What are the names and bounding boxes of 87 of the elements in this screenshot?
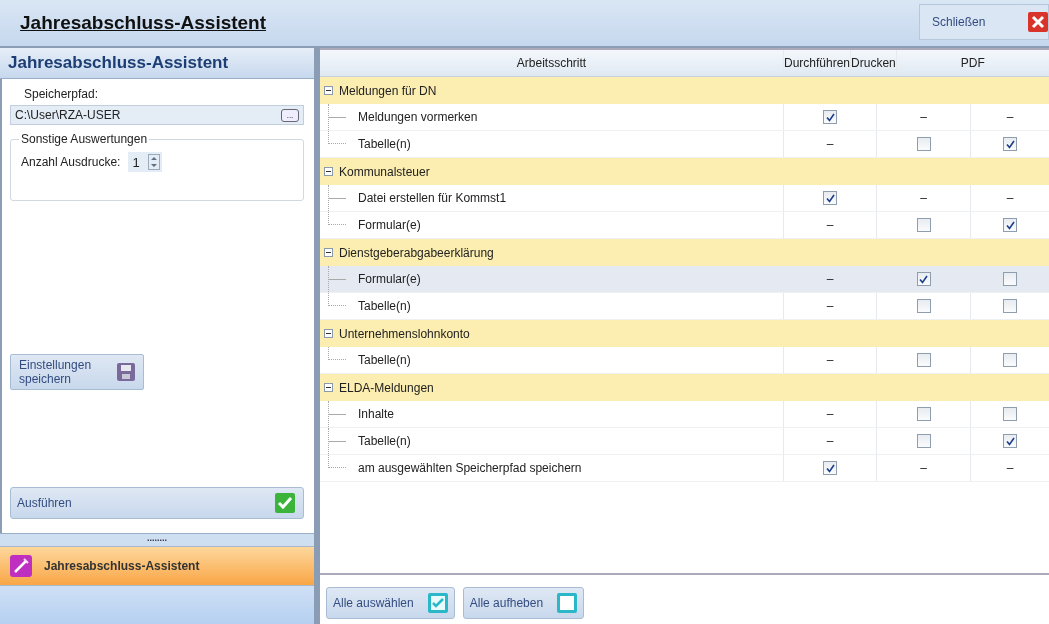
dash-mark: – <box>1006 110 1014 124</box>
check-icon <box>1005 220 1015 230</box>
check-icon <box>825 112 835 122</box>
number-spinner[interactable]: 1 <box>128 152 162 172</box>
check-icon <box>825 193 835 203</box>
dash-mark: – <box>1006 461 1014 475</box>
select-all-button[interactable]: Alle auswählen <box>326 586 455 619</box>
checkbox[interactable] <box>916 137 931 151</box>
checkbox[interactable] <box>823 191 837 205</box>
checkbox[interactable] <box>1003 434 1017 448</box>
checkbox[interactable] <box>916 407 931 421</box>
group-row[interactable]: Meldungen für DN <box>320 77 1049 104</box>
dash-mark: – <box>826 299 834 313</box>
table-cell: Meldungen vormerken <box>320 104 784 130</box>
group-row[interactable]: Unternehmenslohnkonto <box>320 320 1049 347</box>
check-icon <box>919 274 928 284</box>
close-button[interactable]: Schließen <box>919 4 1049 40</box>
dash-mark: – <box>920 110 927 124</box>
group-label: Meldungen für DN <box>339 83 437 98</box>
group-label: Dienstgeberabgabeerklärung <box>339 245 494 260</box>
checkbox[interactable] <box>1003 353 1017 367</box>
checkbox[interactable] <box>916 353 931 367</box>
table-cell: am ausgewählten Speicherpfad speichern <box>320 455 784 481</box>
dash-mark: – <box>826 272 834 286</box>
dash-mark: – <box>920 461 927 475</box>
checkbox[interactable] <box>1003 272 1017 286</box>
table-cell: Tabelle(n) <box>320 347 784 373</box>
group-row[interactable]: Kommunalsteuer <box>320 158 1049 185</box>
group-title: Sonstige Auswertungen <box>19 132 150 146</box>
collapse-icon[interactable] <box>324 167 333 176</box>
dash-mark: – <box>826 407 834 421</box>
checkbox[interactable] <box>1003 407 1017 421</box>
clear-all-button[interactable]: Alle aufheben <box>462 586 585 619</box>
dash-mark: – <box>826 218 834 232</box>
column-header[interactable]: PDF <box>896 50 1049 76</box>
save-button[interactable]: Einstellungen speichern <box>10 354 144 390</box>
close-icon <box>1028 12 1048 32</box>
checkmark-icon <box>275 493 295 513</box>
collapse-icon[interactable] <box>324 329 333 338</box>
nav-item[interactable]: Jahresabschluss-Assistent <box>0 546 314 586</box>
checkbox[interactable] <box>823 461 837 475</box>
table-cell: Inhalte <box>320 401 784 427</box>
check-icon <box>1005 139 1015 149</box>
column-header[interactable]: Drucken <box>851 50 897 76</box>
checkbox[interactable] <box>916 299 931 313</box>
table-cell: Formular(e) <box>320 212 784 238</box>
splitter-handle[interactable]: ........ <box>0 533 314 546</box>
empty-box-icon <box>557 592 578 613</box>
field-label: Speicherpfad: <box>24 87 100 101</box>
collapse-icon[interactable] <box>324 248 333 257</box>
checkbox[interactable] <box>1003 137 1017 151</box>
dash-mark: – <box>1006 191 1014 205</box>
table-cell: Formular(e) <box>320 266 784 292</box>
collapse-icon[interactable] <box>324 86 333 95</box>
run-button[interactable]: Ausführen <box>10 487 304 519</box>
group-row[interactable]: Dienstgeberabgabeerklärung <box>320 239 1049 266</box>
check-icon <box>1005 436 1015 446</box>
column-header[interactable]: Durchführen <box>784 50 852 76</box>
group-label: Kommunalsteuer <box>339 164 430 179</box>
browse-button[interactable]: ... <box>281 108 299 122</box>
checkbox[interactable] <box>916 218 931 232</box>
checkbox[interactable] <box>1003 218 1017 232</box>
panel-title: Jahresabschluss-Assistent <box>0 48 314 79</box>
collapse-icon[interactable] <box>324 383 333 392</box>
dash-mark: – <box>920 191 927 205</box>
checkbox[interactable] <box>916 434 931 448</box>
column-header[interactable]: Arbeitsschritt <box>320 50 784 76</box>
group-label: ELDA-Meldungen <box>339 380 434 395</box>
table-cell: Tabelle(n) <box>320 428 784 454</box>
field-label: Anzahl Ausdrucke: <box>21 155 121 169</box>
dash-mark: – <box>826 434 834 448</box>
table-cell: Datei erstellen für Kommst1 <box>320 185 784 211</box>
dash-mark: – <box>826 137 834 151</box>
checked-box-icon <box>427 592 448 613</box>
dash-mark: – <box>826 353 834 367</box>
path-field[interactable]: C:\User\RZA-USER ... <box>10 105 304 125</box>
table-cell: Tabelle(n) <box>320 131 784 157</box>
magic-wand-icon <box>10 555 32 577</box>
table-cell: Tabelle(n) <box>320 293 784 319</box>
checkbox[interactable] <box>916 272 931 286</box>
check-icon <box>825 463 835 473</box>
group-label: Unternehmenslohnkonto <box>339 326 470 341</box>
spinner-arrows-icon[interactable] <box>147 154 160 170</box>
window-title: Jahresabschluss-Assistent <box>20 12 267 34</box>
group-row[interactable]: ELDA-Meldungen <box>320 374 1049 401</box>
checkbox[interactable] <box>823 110 837 124</box>
checkbox[interactable] <box>1003 299 1017 313</box>
